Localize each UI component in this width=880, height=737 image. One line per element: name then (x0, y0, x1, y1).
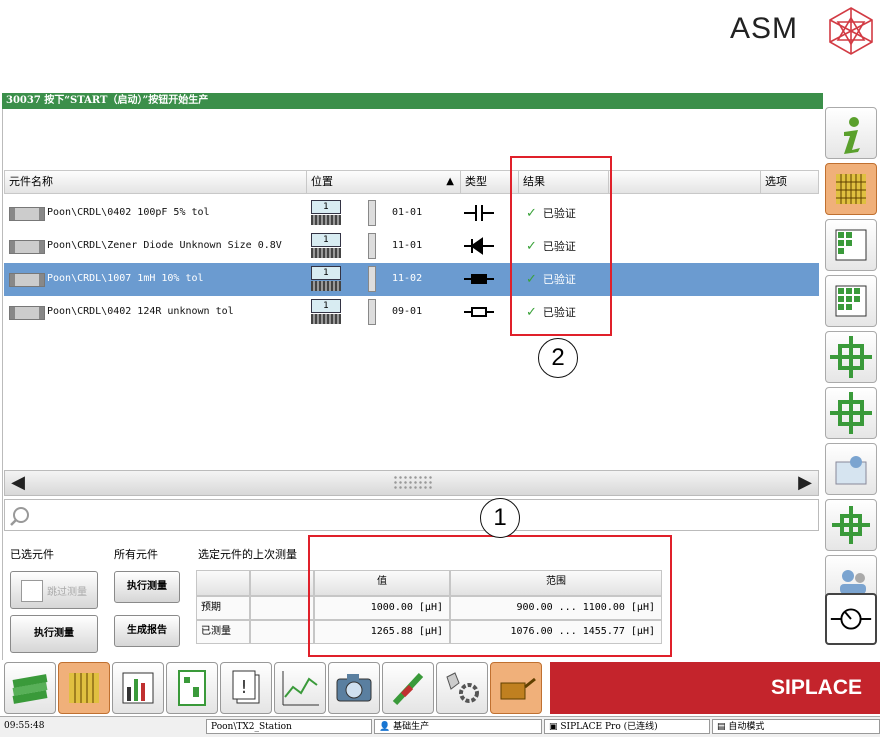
svg-text:!: ! (240, 677, 247, 698)
callout-1: 1 (480, 498, 520, 538)
skip-measurement-button[interactable]: 跳过测量 (10, 571, 98, 609)
slot-indicator-icon (368, 266, 376, 292)
result-highlight-box (510, 156, 612, 336)
component-image (9, 207, 45, 221)
diode-symbol-icon (464, 237, 494, 255)
component-image (9, 240, 45, 254)
component-position: 11-02 (392, 273, 423, 284)
feeder-grid-icon[interactable] (58, 662, 110, 714)
slot-indicator-icon (368, 233, 376, 259)
component-name: Poon\CRDL\Zener Diode Unknown Size 0.8V (47, 240, 282, 251)
capacitor-symbol-icon (464, 205, 494, 221)
status-station: Poon\TX2_Station (206, 719, 372, 734)
crosshair-icon[interactable] (825, 499, 877, 551)
col-header-position-label: 位置 (311, 175, 333, 188)
bar-stats-icon[interactable] (112, 662, 164, 714)
component-position: 11-01 (392, 240, 423, 251)
connection-icon: ▣ (549, 722, 558, 732)
search-input[interactable] (4, 499, 819, 531)
table-row-selected[interactable]: Poon\CRDL\1007 1mH 10% tol 1 11-02 ✓ 已验证 (4, 263, 819, 296)
component-image (9, 306, 45, 320)
status-mode: 👤 基础生产 (374, 719, 542, 734)
feeder-icon: 1 (311, 233, 341, 259)
nozzle-tool-icon[interactable] (382, 662, 434, 714)
status-bar: 09:55:48 Poon\TX2_Station 👤 基础生产 ▣ SIPLA… (0, 716, 880, 737)
component-position: 09-01 (392, 306, 423, 317)
resistor-symbol-icon (464, 307, 494, 317)
component-name: Poon\CRDL\0402 124R unknown tol (47, 306, 234, 317)
status-auto: ▤ 自动模式 (712, 719, 880, 734)
scroll-thumb-grip[interactable] (393, 475, 433, 491)
board-layout-icon[interactable] (166, 662, 218, 714)
measured-label: 已测量 (196, 620, 250, 644)
inductor-symbol-icon (464, 274, 494, 284)
message-title-bar: 30037 按下“START（启动）”按钮开始生产 (2, 93, 823, 109)
trend-chart-icon[interactable] (274, 662, 326, 714)
user-icon: 👤 (379, 722, 391, 732)
table-row[interactable]: Poon\CRDL\0402 100pF 5% tol 1 01-01 ✓ 已验证 (4, 197, 819, 230)
horizontal-scrollbar[interactable]: ◀ ▶ (4, 470, 819, 496)
status-time: 09:55:48 (4, 721, 45, 731)
scroll-left-icon[interactable]: ◀ (7, 473, 29, 493)
slot-indicator-icon (368, 200, 376, 226)
all-components-label: 所有元件 (114, 548, 158, 561)
component-name: Poon\CRDL\1007 1mH 10% tol (47, 273, 204, 284)
component-table-header: 元件名称 位置 ▲ 类型 结果 选项 (4, 170, 819, 194)
auto-mode-icon: ▤ (717, 722, 726, 732)
table-row[interactable]: Poon\CRDL\Zener Diode Unknown Size 0.8V … (4, 230, 819, 263)
col-header-name[interactable]: 元件名称 (5, 171, 307, 193)
callout-2: 2 (538, 338, 578, 378)
scroll-right-icon[interactable]: ▶ (794, 473, 816, 493)
oil-can-icon[interactable] (490, 662, 542, 714)
component-list-icon[interactable] (825, 219, 877, 271)
component-verify-icon[interactable] (825, 275, 877, 327)
camera-icon[interactable] (328, 662, 380, 714)
expected-label: 预期 (196, 596, 250, 620)
generate-report-button[interactable]: 生成报告 (114, 615, 180, 647)
gauge-measure-icon[interactable] (825, 593, 877, 645)
feeder-icon: 1 (311, 266, 341, 292)
table-row[interactable]: Poon\CRDL\0402 124R unknown tol 1 09-01 … (4, 296, 819, 329)
warning-pages-icon[interactable]: ! (220, 662, 272, 714)
measurement-highlight-box (308, 535, 672, 657)
col-header-blank (609, 171, 761, 193)
production-icon[interactable] (4, 662, 56, 714)
component-image (9, 273, 45, 287)
asm-logo-text: ASM (730, 12, 799, 45)
execute-measure-button[interactable]: 执行测量 (10, 615, 98, 653)
component-position: 01-01 (392, 207, 423, 218)
grid-header-blank (250, 570, 314, 596)
feeder-icon: 1 (311, 299, 341, 325)
search-icon (10, 507, 29, 526)
selected-components-label: 已选元件 (10, 548, 54, 561)
hand-gear-icon[interactable] (436, 662, 488, 714)
grid-cell-blank (250, 620, 314, 644)
sort-ascending-icon: ▲ (446, 176, 454, 187)
slot-indicator-icon (368, 299, 376, 325)
user-settings-icon[interactable] (825, 443, 877, 495)
info-icon[interactable] (825, 107, 877, 159)
pcb-crosshair-icon[interactable] (825, 387, 877, 439)
feeder-table-icon[interactable] (825, 163, 877, 215)
col-header-options[interactable]: 选项 (761, 171, 820, 193)
grid-header-blank (196, 570, 250, 596)
right-sidebar (823, 93, 880, 660)
siplace-brand-bar: SIPLACE (550, 662, 880, 714)
placement-head-icon[interactable] (825, 331, 877, 383)
col-header-position[interactable]: 位置 ▲ (307, 171, 461, 193)
status-software: ▣ SIPLACE Pro (已连线) (544, 719, 710, 734)
component-name: Poon\CRDL\0402 100pF 5% tol (47, 207, 210, 218)
checkbox-icon (21, 580, 43, 602)
asm-logo-icon (829, 7, 873, 55)
feeder-icon: 1 (311, 200, 341, 226)
execute-measure-all-button[interactable]: 执行测量 (114, 571, 180, 603)
last-measurement-label: 选定元件的上次测量 (198, 548, 297, 561)
grid-cell-blank (250, 596, 314, 620)
